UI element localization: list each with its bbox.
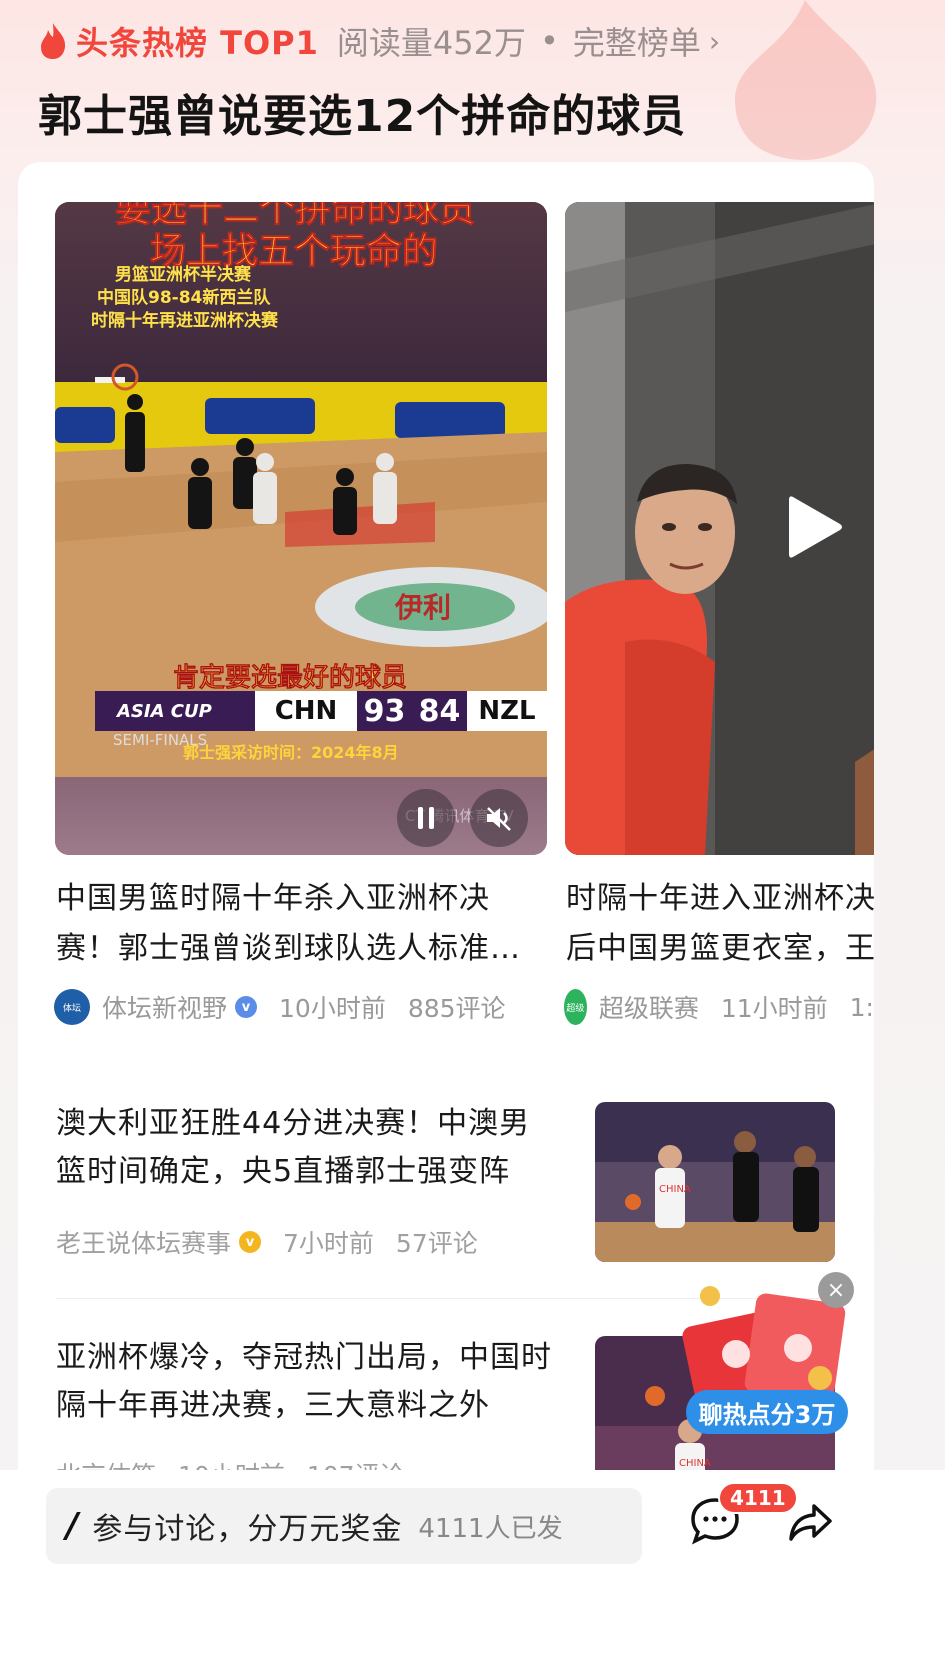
away-score: 84 [418,693,461,729]
video-player-1[interactable]: 伊利 要选十二个拼命的球员 场上找五个玩命的 男篮亚洲杯半决赛 中国队98-84… [55,202,547,855]
article-2-title[interactable]: 亚洲杯爆冷，夺冠热门出局，中国时隔十年再进决赛，三大意料之外 [56,1334,556,1430]
video-1-title[interactable]: 中国男篮时隔十年杀入亚洲杯决赛！郭士强曾谈到球队选人标准… [56,874,536,974]
hot-list-bar[interactable]: 头条热榜 TOP1 阅读量452万 • 完整榜单 › [38,18,720,64]
overlay-info-line-2: 中国队98-84新西兰队 [97,288,271,308]
pause-icon [418,807,434,829]
scoreboard: ASIA CUP CHN 93 84 NZL [95,691,547,731]
separator-dot: • [540,22,559,60]
mute-icon [487,807,511,831]
discussion-input[interactable]: / 参与讨论，分万元奖金 4111人已发 [46,1488,642,1564]
scoreboard-away-team: NZL [467,691,547,731]
svg-text:CHINA: CHINA [659,1184,691,1195]
share-icon[interactable] [786,1498,834,1546]
flame-icon [41,23,66,59]
overlay-interview-date: 郭士强采访时间：2024年8月 [183,743,399,762]
comment-count: 885评论 [407,994,506,1023]
hot-rank-title: 头条热榜 TOP1 [76,24,319,62]
red-envelope-label[interactable]: 聊热点分3万 [686,1390,848,1434]
chevron-right-icon: › [708,24,721,58]
video-2-title-line-1: 时隔十年进入亚洲杯决 [566,881,874,916]
publish-time: 10小时前 [279,994,386,1023]
source-name[interactable]: 超级联赛 [599,989,699,1025]
discussion-prompt: 参与讨论，分万元奖金 [92,1512,403,1547]
publish-time: 11小时前 [720,994,828,1023]
header-flame-decoration [735,0,877,160]
comment-count: 57评论 [395,1229,478,1258]
home-score: 93 [363,693,406,729]
publish-time: 7小时前 [283,1229,374,1258]
pen-icon: / [66,1506,79,1546]
source-name[interactable]: 体坛新视野 [102,989,227,1025]
overlay-info-line-3: 时隔十年再进亚洲杯决赛 [91,311,278,331]
avatar[interactable]: 超级 [564,989,587,1025]
overlay-info-line-1: 男篮亚洲杯半决赛 [115,265,251,285]
source-name[interactable]: 老王说体坛赛事 [56,1224,231,1260]
comment-count: 1: [849,992,874,1022]
video-2-meta: 超级 超级联赛 11小时前 1: [564,987,874,1027]
mute-button[interactable] [470,789,528,847]
close-icon[interactable]: × [818,1272,854,1308]
video-player-2[interactable] [565,202,874,855]
scoreboard-scores: 93 84 [357,691,467,731]
avatar[interactable]: 体坛 [54,989,90,1025]
article-1-thumbnail[interactable]: CHINA [595,1102,835,1262]
video-2-title-line-2: 后中国男篮更衣室，王 [566,931,874,966]
full-list-link[interactable]: 完整榜单 [573,18,701,64]
page-title: 郭士强曾说要选12个拼命的球员 [38,91,687,142]
scoreboard-home-team: CHN [255,691,357,731]
read-count: 阅读量452万 [336,24,526,62]
article-1-title[interactable]: 澳大利亚狂胜44分进决赛！中澳男篮时间确定，央5直播郭士强变阵 [56,1100,556,1196]
scoreboard-league: ASIA CUP [95,691,255,731]
bottom-action-bar: / 参与讨论，分万元奖金 4111人已发 4111 [0,1470,945,1665]
video-2-title[interactable]: 时隔十年进入亚洲杯决 后中国男篮更衣室，王 [566,874,874,974]
discussion-count: 4111人已发 [418,1513,563,1544]
play-icon[interactable] [785,492,845,562]
pause-button[interactable] [397,789,455,847]
article-1-meta: 老王说体坛赛事 v 7小时前 57评论 [56,1224,478,1260]
verified-icon: v [239,1231,262,1253]
verified-icon: v [235,996,258,1018]
overlay-caption-middle: 肯定要选最好的球员 [173,663,408,694]
basketball-thumbnail-image: CHINA [595,1102,835,1262]
video-1-meta: 体坛 体坛新视野 v 10小时前 885评论 [54,987,506,1027]
svg-text:CHINA: CHINA [679,1458,711,1469]
